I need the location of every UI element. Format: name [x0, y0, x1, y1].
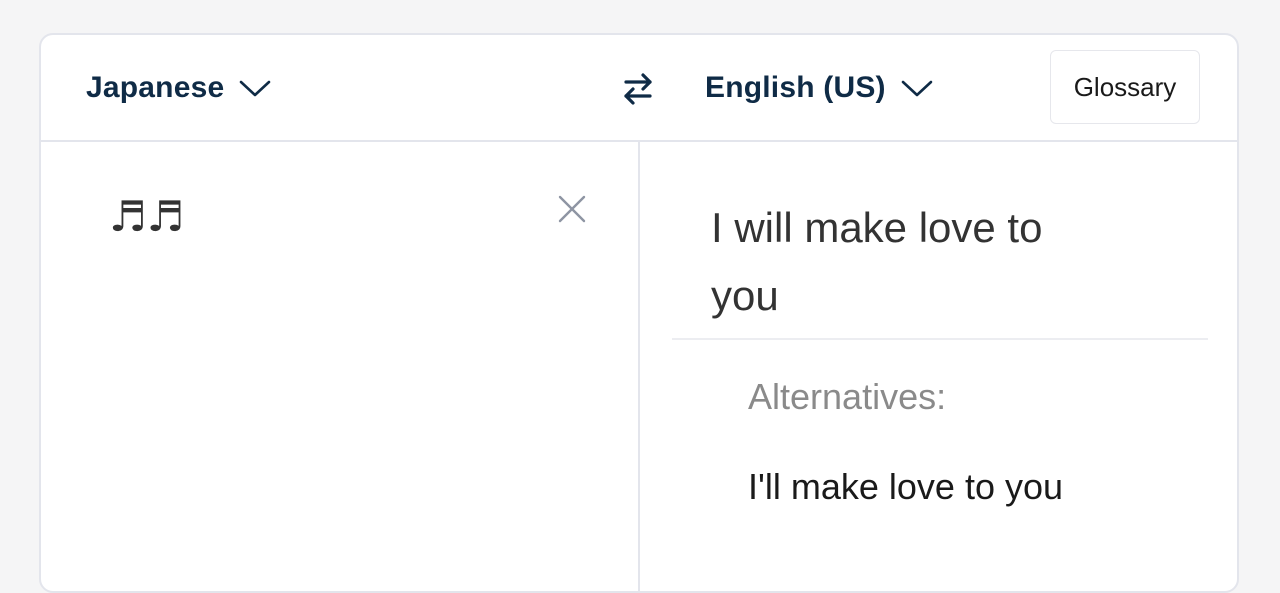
target-language-select[interactable]: English (US) — [705, 71, 934, 105]
translator-card: Japanese English (US) Glossary ♬♬ I will… — [39, 33, 1239, 593]
source-language-label: Japanese — [86, 71, 225, 104]
source-language-select[interactable]: Japanese — [86, 71, 272, 105]
glossary-button[interactable]: Glossary — [1050, 50, 1200, 124]
chevron-down-icon — [901, 80, 933, 97]
alternative-item[interactable]: I'll make love to you — [748, 466, 1063, 508]
alternatives-divider — [672, 338, 1208, 340]
source-pane: ♬♬ — [41, 142, 638, 591]
chevron-down-icon — [240, 80, 271, 97]
alternatives-heading: Alternatives: — [748, 376, 947, 417]
language-bar: Japanese English (US) Glossary — [41, 35, 1237, 142]
target-language-label: English (US) — [705, 71, 886, 104]
source-text-input[interactable]: ♬♬ — [109, 192, 509, 262]
translation-output: I will make love to you — [711, 204, 1043, 319]
swap-arrows-icon[interactable] — [621, 72, 655, 106]
close-icon[interactable] — [555, 192, 589, 226]
target-pane: I will make love to you Alternatives: I'… — [640, 142, 1237, 591]
